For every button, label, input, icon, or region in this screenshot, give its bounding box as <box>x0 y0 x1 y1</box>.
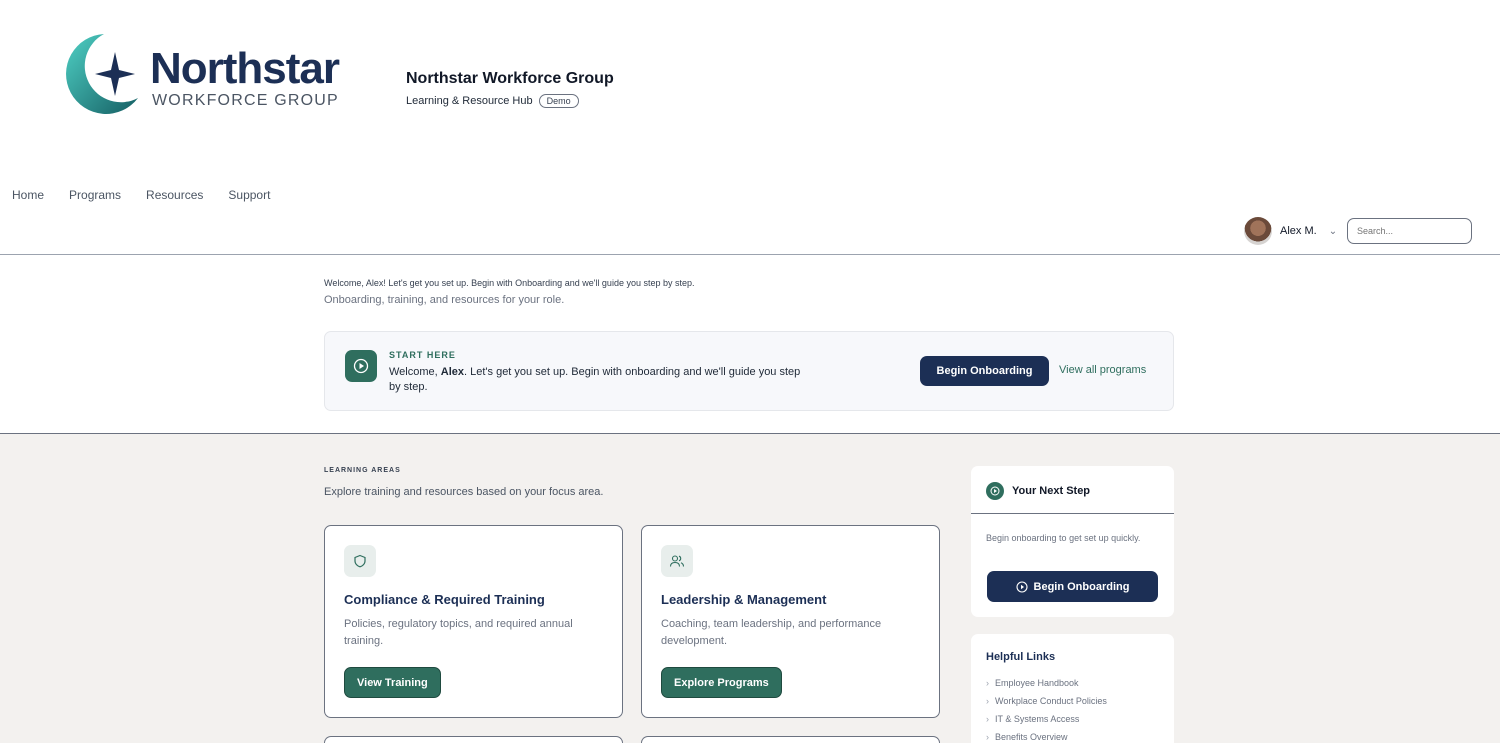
explore-programs-button[interactable]: Explore Programs <box>661 667 782 698</box>
play-icon <box>986 482 1004 500</box>
play-icon <box>345 350 377 382</box>
next-step-text: Begin onboarding to get set up quickly. <box>986 533 1141 543</box>
users-icon <box>661 545 693 577</box>
search-input[interactable] <box>1348 219 1471 243</box>
start-here-text: Welcome, Alex. Let's get you set up. Beg… <box>389 366 801 393</box>
avatar <box>1244 217 1272 245</box>
brand-block: Northstar Workforce Group Learning & Res… <box>406 70 614 108</box>
next-step-begin-button[interactable]: Begin Onboarding <box>987 571 1158 602</box>
welcome-subtitle: Onboarding, training, and resources for … <box>324 294 565 306</box>
brand-title: Northstar Workforce Group <box>406 70 614 87</box>
card-description: Coaching, team leadership, and performan… <box>661 618 882 647</box>
card-partial <box>324 736 623 743</box>
learning-areas-subtitle: Explore training and resources based on … <box>324 486 604 498</box>
user-menu[interactable]: Alex M. ⌄ <box>1244 217 1337 245</box>
card-compliance: Compliance & Required Training Policies,… <box>324 525 623 718</box>
next-step-divider <box>971 513 1174 514</box>
demo-badge: Demo <box>538 94 579 108</box>
user-name: Alex M. <box>1280 225 1317 237</box>
begin-onboarding-button[interactable]: Begin Onboarding <box>920 356 1049 386</box>
start-here-card: START HERE Welcome, Alex. Let's get you … <box>324 331 1174 411</box>
view-training-button[interactable]: View Training <box>344 667 441 698</box>
card-title: Leadership & Management <box>661 592 827 607</box>
welcome-message: Welcome, Alex! Let's get you set up. Beg… <box>324 278 695 288</box>
main-nav: Home Programs Resources Support <box>12 188 270 202</box>
chevron-down-icon: ⌄ <box>1328 225 1338 237</box>
brand-subtitle: Learning & Resource Hub <box>406 95 533 107</box>
header-divider <box>0 254 1500 255</box>
link-employee-handbook[interactable]: Employee Handbook <box>986 678 1107 688</box>
brand-subtitle-row: Learning & Resource Hub Demo <box>406 94 614 108</box>
logo-tagline: WORKFORCE GROUP <box>152 92 339 109</box>
next-step-button-label: Begin Onboarding <box>1033 580 1130 593</box>
card-description: Policies, regulatory topics, and require… <box>344 618 573 647</box>
learning-areas-title: LEARNING AREAS <box>324 467 401 474</box>
view-all-programs-link[interactable]: View all programs <box>1059 364 1146 376</box>
nav-home[interactable]: Home <box>12 188 44 202</box>
card-leadership: Leadership & Management Coaching, team l… <box>641 525 940 718</box>
helpful-links-list: Employee Handbook Workplace Conduct Poli… <box>986 678 1107 743</box>
next-step-header: Your Next Step <box>986 482 1090 500</box>
card-title: Compliance & Required Training <box>344 592 545 607</box>
nav-programs[interactable]: Programs <box>69 188 121 202</box>
nav-support[interactable]: Support <box>228 188 270 202</box>
play-icon <box>1015 580 1028 593</box>
link-benefits-overview[interactable]: Benefits Overview <box>986 732 1107 742</box>
next-step-panel: Your Next Step Begin onboarding to get s… <box>971 466 1174 617</box>
logo-wordmark: Northstar <box>150 44 340 93</box>
next-step-title: Your Next Step <box>1012 485 1091 497</box>
helpful-links-title: Helpful Links <box>986 651 1056 663</box>
start-here-label: START HERE <box>389 350 456 360</box>
nav-resources[interactable]: Resources <box>146 188 203 202</box>
card-partial <box>641 736 940 743</box>
link-workplace-conduct[interactable]: Workplace Conduct Policies <box>986 696 1107 706</box>
link-it-systems-access[interactable]: IT & Systems Access <box>986 714 1107 724</box>
helpful-links-panel: Helpful Links Employee Handbook Workplac… <box>971 634 1174 743</box>
shield-icon <box>344 545 376 577</box>
crescent-star-icon <box>66 34 138 114</box>
search-box <box>1347 218 1472 244</box>
company-logo[interactable]: Northstar WORKFORCE GROUP <box>60 30 350 116</box>
